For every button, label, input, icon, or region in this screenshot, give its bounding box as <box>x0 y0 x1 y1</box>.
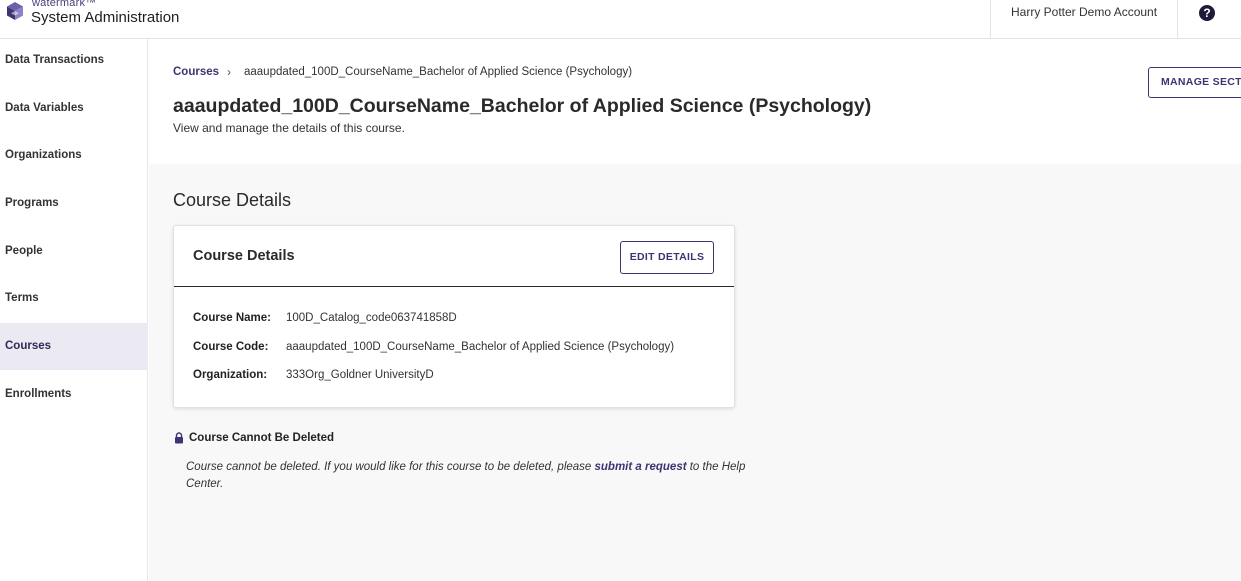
sidebar-item-organizations[interactable]: Organizations <box>0 134 148 181</box>
lock-icon <box>175 432 183 444</box>
breadcrumb-courses-link[interactable]: Courses <box>173 66 219 78</box>
detail-value: 333Org_Goldner UniversityD <box>286 369 434 381</box>
sidebar-nav: Data Transactions Data Variables Organiz… <box>0 39 148 581</box>
sidebar-item-people[interactable]: People <box>0 230 148 277</box>
page-subtitle: View and manage the details of this cour… <box>173 121 405 135</box>
watermark-logo-icon <box>7 2 23 20</box>
detail-label: Organization: <box>193 369 268 381</box>
breadcrumb-separator: › <box>227 65 231 79</box>
divider <box>1177 0 1178 38</box>
app-title: System Administration <box>31 9 180 26</box>
breadcrumb-current: aaaupdated_100D_CourseName_Bachelor of A… <box>244 66 633 78</box>
detail-label: Course Name: <box>193 312 271 324</box>
divider <box>990 0 991 38</box>
sidebar-item-data-variables[interactable]: Data Variables <box>0 87 148 134</box>
detail-row-course-code: Course Code: aaaupdated_100D_CourseName_B… <box>193 341 674 353</box>
warning-text-before: Course cannot be deleted. If you would l… <box>186 461 595 473</box>
section-title: Course Details <box>173 190 292 210</box>
edit-details-button[interactable]: EDIT DETAILS <box>620 241 714 274</box>
detail-value: 100D_Catalog_code063741858D <box>286 312 457 324</box>
main-content: Courses › aaaupdated_100D_CourseName_Bac… <box>149 39 1241 581</box>
card-title: Course Details <box>193 248 295 264</box>
page-title: aaaupdated_100D_CourseName_Bachelor of A… <box>173 95 872 117</box>
detail-row-organization: Organization: 333Org_Goldner UniversityD <box>193 369 434 381</box>
sidebar-item-data-transactions[interactable]: Data Transactions <box>0 39 148 86</box>
submit-request-link[interactable]: submit a request <box>595 461 687 473</box>
detail-row-course-name: Course Name: 100D_Catalog_code063741858D <box>193 312 457 324</box>
sidebar-item-enrollments[interactable]: Enrollments <box>0 373 148 420</box>
sidebar-item-terms[interactable]: Terms <box>0 277 148 324</box>
detail-value: aaaupdated_100D_CourseName_Bachelor of A… <box>286 341 675 353</box>
brand-wordmark: watermark™ <box>32 0 97 9</box>
detail-label: Course Code: <box>193 341 269 353</box>
delete-warning-title: Course Cannot Be Deleted <box>189 432 335 444</box>
help-icon[interactable]: ? <box>1199 5 1215 21</box>
course-details-card: Course Details EDIT DETAILS Course Name:… <box>173 225 735 408</box>
sidebar-item-courses[interactable]: Courses <box>0 323 148 370</box>
account-menu[interactable]: Harry Potter Demo Account <box>1011 5 1157 19</box>
delete-warning-text: Course cannot be deleted. If you would l… <box>186 459 746 492</box>
manage-sections-button[interactable]: MANAGE SECTIONS <box>1148 67 1241 98</box>
page-header: Courses › aaaupdated_100D_CourseName_Bac… <box>149 39 1241 164</box>
sidebar-item-programs[interactable]: Programs <box>0 182 148 229</box>
card-header: Course Details EDIT DETAILS <box>174 226 734 287</box>
top-bar: watermark™ System Administration Harry P… <box>0 0 1241 39</box>
